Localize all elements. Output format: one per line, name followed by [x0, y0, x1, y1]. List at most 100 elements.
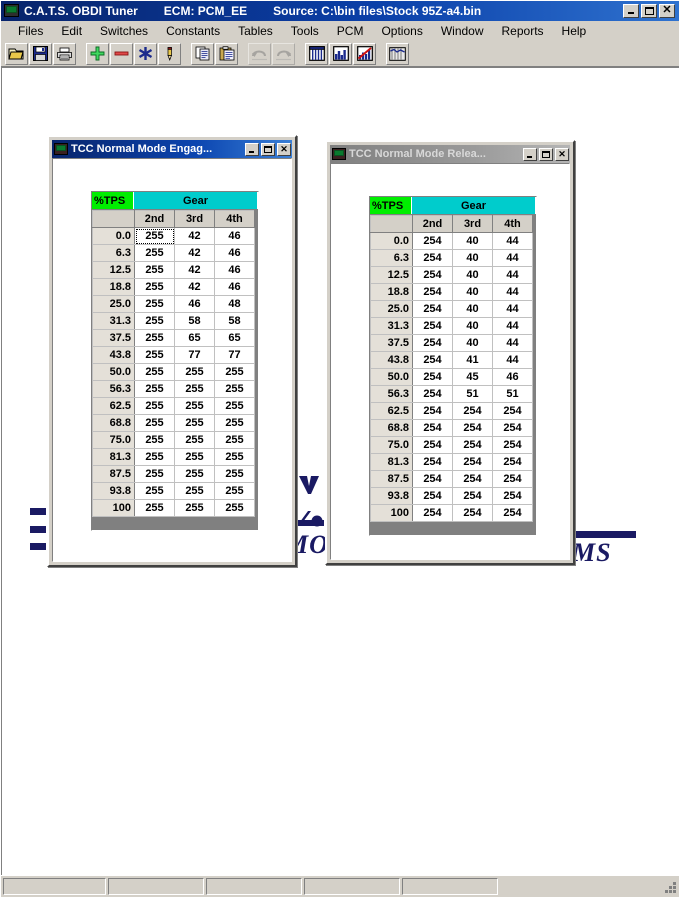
- grid-cell[interactable]: 254: [412, 283, 453, 301]
- grid-cell[interactable]: 254: [412, 470, 453, 488]
- grid-cell[interactable]: 44: [492, 266, 533, 284]
- child-minimize-button[interactable]: [245, 142, 259, 156]
- grid-row-header[interactable]: 18.8: [370, 283, 413, 301]
- grid-table[interactable]: 2nd 3rd 4th 0.0 255 42 46 6.3 255 42 46 12.5 255 42 46…: [92, 210, 255, 517]
- grid-cell[interactable]: 255: [134, 414, 175, 432]
- grid-row-header[interactable]: 87.5: [370, 470, 413, 488]
- grid-row-header[interactable]: 0.0: [92, 227, 135, 245]
- grid-cell[interactable]: 44: [492, 317, 533, 335]
- grid-cell[interactable]: 254: [452, 470, 493, 488]
- grid-cell[interactable]: 77: [174, 346, 215, 364]
- grid-cell[interactable]: 255: [134, 448, 175, 466]
- grid-cell[interactable]: 254: [452, 436, 493, 454]
- grid-cell[interactable]: 44: [492, 283, 533, 301]
- grid-column-header[interactable]: 4th: [214, 210, 255, 228]
- child-close-button[interactable]: ✕: [277, 142, 291, 156]
- menu-item-files[interactable]: Files: [9, 22, 52, 40]
- open-file-button[interactable]: [5, 42, 28, 65]
- grid-row-header[interactable]: 62.5: [370, 402, 413, 420]
- grid-cell[interactable]: 255: [214, 363, 255, 381]
- grid-cell[interactable]: 40: [452, 317, 493, 335]
- grid-cell[interactable]: 46: [214, 244, 255, 262]
- child-title-bar[interactable]: TCC Normal Mode Engag... ✕: [52, 140, 292, 158]
- grid-row-header[interactable]: 12.5: [370, 266, 413, 284]
- menu-item-tools[interactable]: Tools: [282, 22, 328, 40]
- child-maximize-button[interactable]: [261, 142, 275, 156]
- grid-cell[interactable]: 40: [452, 249, 493, 267]
- grid-cell[interactable]: 254: [412, 504, 453, 522]
- grid-column-header[interactable]: 4th: [492, 215, 533, 233]
- grid-cell[interactable]: 254: [412, 249, 453, 267]
- grid-cell[interactable]: 254: [412, 266, 453, 284]
- print-button[interactable]: [53, 42, 76, 65]
- tuning-grid[interactable]: %TPS Gear 2nd 3rd 4th 0.0 254 40 44 6.3 254 40 44 12.…: [369, 196, 537, 536]
- grid-cell[interactable]: 254: [452, 453, 493, 471]
- grid-row-header[interactable]: 37.5: [92, 329, 135, 347]
- grid-row-header[interactable]: 12.5: [92, 261, 135, 279]
- grid-cell[interactable]: 254: [492, 453, 533, 471]
- grid-cell[interactable]: 255: [174, 465, 215, 483]
- redo-button[interactable]: [272, 42, 295, 65]
- grid-cell[interactable]: 77: [214, 346, 255, 364]
- grid-cell[interactable]: 255: [134, 363, 175, 381]
- menu-item-help[interactable]: Help: [553, 22, 596, 40]
- child-title-bar[interactable]: TCC Normal Mode Relea... ✕: [330, 145, 570, 163]
- grid-row-header[interactable]: 56.3: [370, 385, 413, 403]
- grid-row-header[interactable]: 6.3: [370, 249, 413, 267]
- grid-cell[interactable]: 58: [174, 312, 215, 330]
- grid-cell[interactable]: 255: [214, 482, 255, 500]
- menu-item-edit[interactable]: Edit: [52, 22, 91, 40]
- grid-cell[interactable]: 51: [452, 385, 493, 403]
- grid-cell[interactable]: 254: [452, 487, 493, 505]
- grid-row-header[interactable]: 75.0: [92, 431, 135, 449]
- save-file-button[interactable]: [29, 42, 52, 65]
- grid-cell[interactable]: 255: [174, 431, 215, 449]
- grid-cell[interactable]: 254: [412, 402, 453, 420]
- grid-row-header[interactable]: 81.3: [92, 448, 135, 466]
- grid-cell[interactable]: 255: [134, 465, 175, 483]
- grid-cell[interactable]: 254: [412, 351, 453, 369]
- grid-cell[interactable]: 255: [214, 431, 255, 449]
- grid-row-header[interactable]: 68.8: [92, 414, 135, 432]
- grid-cell[interactable]: 46: [214, 278, 255, 296]
- maximize-button[interactable]: [641, 4, 657, 18]
- pencil-icon-button[interactable]: [158, 42, 181, 65]
- grid-cell[interactable]: 254: [412, 487, 453, 505]
- grid-cell[interactable]: 255: [134, 329, 175, 347]
- grid-column-header[interactable]: 2nd: [412, 215, 453, 233]
- undo-button[interactable]: [248, 42, 271, 65]
- grid-cell[interactable]: 255: [134, 397, 175, 415]
- grid-cell[interactable]: 255: [134, 431, 175, 449]
- grid-cell[interactable]: 48: [214, 295, 255, 313]
- grid-cell[interactable]: 254: [412, 436, 453, 454]
- grid-row-header[interactable]: 50.0: [92, 363, 135, 381]
- grid-row-header[interactable]: 25.0: [370, 300, 413, 318]
- grid-cell[interactable]: 255: [134, 346, 175, 364]
- grid-row-header[interactable]: 62.5: [92, 397, 135, 415]
- close-button[interactable]: ✕: [659, 4, 675, 18]
- grid-column-header[interactable]: 3rd: [452, 215, 493, 233]
- grid-column-header[interactable]: 2nd: [134, 210, 175, 228]
- menu-item-window[interactable]: Window: [432, 22, 493, 40]
- grid-cell[interactable]: 254: [412, 232, 453, 250]
- grid-cell[interactable]: 255: [174, 414, 215, 432]
- grid-cell[interactable]: 42: [174, 244, 215, 262]
- grid-cell[interactable]: 254: [492, 470, 533, 488]
- grid-cell[interactable]: 40: [452, 283, 493, 301]
- mdi-window-tcc-engage[interactable]: TCC Normal Mode Engag... ✕ %TPS Gear 2nd 3rd 4…: [47, 135, 297, 567]
- tuning-grid[interactable]: %TPS Gear 2nd 3rd 4th 0.0 255 42 46 6.3 255 42 46 12.…: [91, 191, 259, 531]
- grid-cell[interactable]: 46: [174, 295, 215, 313]
- grid-cell[interactable]: 255: [174, 397, 215, 415]
- histogram-button[interactable]: [386, 42, 409, 65]
- grid-row-header[interactable]: 18.8: [92, 278, 135, 296]
- grid-cell[interactable]: 40: [452, 266, 493, 284]
- menu-item-reports[interactable]: Reports: [493, 22, 553, 40]
- grid-row-header[interactable]: 81.3: [370, 453, 413, 471]
- grid-cell[interactable]: 255: [214, 448, 255, 466]
- grid-cell[interactable]: 255: [134, 244, 175, 262]
- grid-row-header[interactable]: 50.0: [370, 368, 413, 386]
- menu-item-constants[interactable]: Constants: [157, 22, 229, 40]
- grid-row-header[interactable]: 31.3: [92, 312, 135, 330]
- grid-cell[interactable]: 255: [134, 312, 175, 330]
- grid-cell[interactable]: 255: [174, 482, 215, 500]
